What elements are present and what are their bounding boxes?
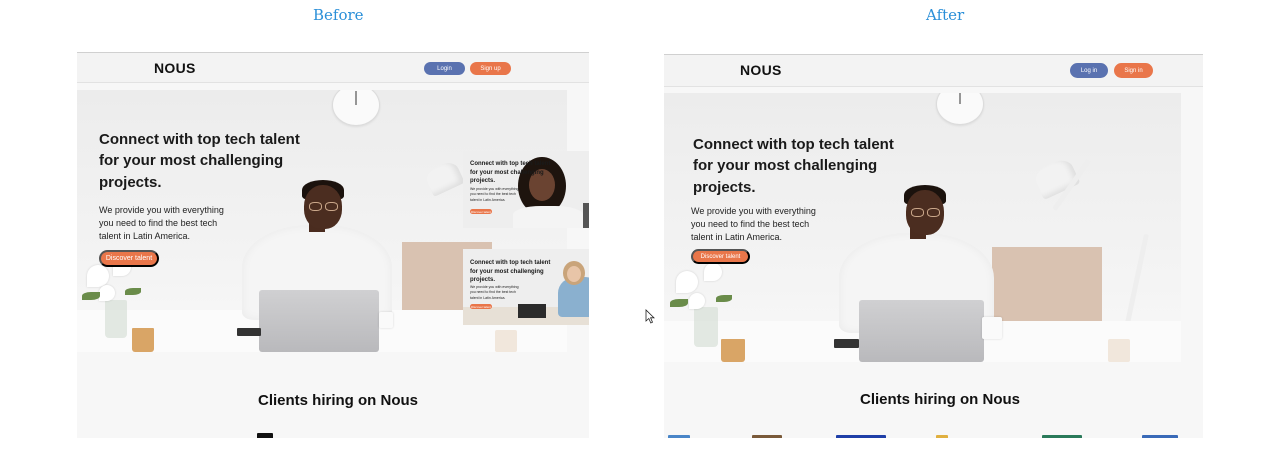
hero-description-line: We provide you with everything bbox=[99, 205, 224, 215]
cup bbox=[721, 339, 745, 362]
wall-clock bbox=[332, 90, 380, 126]
card-title-line: Connect with top tech talent bbox=[470, 161, 551, 167]
woman-face bbox=[567, 266, 581, 282]
flower bbox=[99, 285, 115, 301]
card-discover-button[interactable]: Discover talent bbox=[470, 209, 492, 214]
preview-card: Connect with top tech talent for your mo… bbox=[463, 249, 589, 325]
card-description-line: talent in Latin America. bbox=[470, 197, 506, 202]
navbar: NOUS Log in Sign in bbox=[664, 55, 1203, 87]
login-button[interactable]: Log in bbox=[1070, 63, 1108, 78]
hero-title-line: Connect with top tech talent bbox=[99, 131, 300, 148]
clients-heading: Clients hiring on Nous bbox=[258, 392, 418, 409]
card-description-line: you need to find the best tech bbox=[470, 290, 516, 295]
hero-section: Connect with top tech talent for your mo… bbox=[664, 93, 1181, 362]
hero-title: Connect with top tech talent for your mo… bbox=[693, 134, 894, 198]
hero-title-line: projects. bbox=[99, 173, 162, 191]
glasses bbox=[927, 208, 940, 217]
pencil-cup bbox=[1108, 339, 1130, 362]
client-logo bbox=[936, 435, 948, 438]
mug bbox=[379, 312, 393, 328]
hero-title: Connect with top tech talent for your mo… bbox=[99, 129, 300, 193]
wall-clock bbox=[936, 93, 984, 125]
desk-lamp bbox=[423, 159, 465, 197]
leaf bbox=[82, 292, 100, 300]
flower bbox=[689, 293, 705, 309]
preview-card: Connect with top tech talent for your mo… bbox=[463, 151, 589, 228]
signup-button[interactable]: Sign in bbox=[1114, 63, 1153, 78]
glasses bbox=[325, 202, 338, 211]
after-screenshot: NOUS Log in Sign in Connect with top tec… bbox=[664, 54, 1203, 438]
signup-button[interactable]: Sign up bbox=[470, 62, 511, 75]
before-screenshot: NOUS Login Sign up Connect with top tech… bbox=[77, 52, 589, 438]
flower-vase bbox=[694, 307, 718, 347]
discover-talent-button[interactable]: Discover talent bbox=[99, 250, 159, 267]
hero-description: We provide you with everything you need … bbox=[691, 205, 816, 244]
woman-body bbox=[513, 206, 583, 228]
hero-title-line: for your most challenging bbox=[693, 157, 878, 175]
card-title-line: projects. bbox=[470, 277, 496, 284]
hero-description-line: you need to find the best tech bbox=[99, 218, 218, 229]
client-logo bbox=[668, 435, 690, 438]
flower bbox=[676, 271, 698, 293]
card-title: Connect with top tech talent for your mo… bbox=[470, 160, 550, 186]
flower-vase bbox=[105, 300, 127, 338]
nous-logo[interactable]: NOUS bbox=[154, 60, 196, 76]
leaf bbox=[716, 295, 732, 302]
glasses bbox=[911, 208, 924, 217]
card-description-line: you need to find the best tech bbox=[470, 192, 516, 197]
client-logo bbox=[1142, 435, 1178, 438]
leaf bbox=[670, 299, 688, 307]
leaf bbox=[125, 288, 141, 295]
mug bbox=[982, 317, 1002, 339]
hero-title-line: projects. bbox=[693, 178, 756, 196]
card-title-line: for your most challenging bbox=[470, 169, 544, 176]
hero-description-line: talent in Latin America. bbox=[691, 232, 783, 243]
flower bbox=[87, 265, 109, 287]
client-logo bbox=[752, 435, 782, 438]
client-logo bbox=[1042, 435, 1082, 438]
card-title-line: for your most challenging bbox=[470, 268, 544, 275]
client-logo bbox=[836, 435, 886, 438]
before-caption: Before bbox=[313, 6, 364, 24]
cup bbox=[132, 328, 154, 352]
card-title-line: projects. bbox=[470, 178, 496, 185]
card-description-line: talent in Latin America. bbox=[470, 295, 506, 300]
card-discover-button[interactable]: Discover talent bbox=[470, 304, 492, 309]
card-title-line: Connect with top tech talent bbox=[470, 260, 551, 266]
mouse-pointer-icon bbox=[645, 309, 655, 324]
hero-description: We provide you with everything you need … bbox=[99, 204, 224, 243]
glasses bbox=[309, 202, 322, 211]
keyboard bbox=[834, 339, 859, 348]
card-laptop bbox=[518, 304, 546, 318]
card-description: We provide you with everything you need … bbox=[470, 285, 519, 301]
card-description: We provide you with everything you need … bbox=[470, 187, 519, 203]
login-button[interactable]: Login bbox=[424, 62, 465, 75]
client-logo bbox=[257, 433, 273, 438]
pencil-cup bbox=[495, 330, 517, 352]
clients-heading: Clients hiring on Nous bbox=[860, 391, 1020, 408]
hero-description-line: talent in Latin America. bbox=[99, 231, 191, 242]
navbar: NOUS Login Sign up bbox=[77, 53, 589, 83]
hero-description-line: We provide you with everything bbox=[691, 206, 816, 216]
laptop bbox=[259, 290, 379, 352]
hero-description-line: you need to find the best tech bbox=[691, 219, 810, 230]
nous-logo[interactable]: NOUS bbox=[740, 62, 782, 78]
hero-title-line: Connect with top tech talent bbox=[693, 136, 894, 153]
after-caption: After bbox=[926, 6, 965, 24]
card-laptop bbox=[583, 203, 589, 228]
laptop bbox=[859, 300, 984, 362]
card-title: Connect with top tech talent for your mo… bbox=[470, 259, 550, 285]
discover-talent-button[interactable]: Discover talent bbox=[691, 249, 750, 264]
hero-title-line: for your most challenging bbox=[99, 152, 284, 170]
keyboard bbox=[237, 328, 261, 336]
flower bbox=[704, 263, 722, 281]
